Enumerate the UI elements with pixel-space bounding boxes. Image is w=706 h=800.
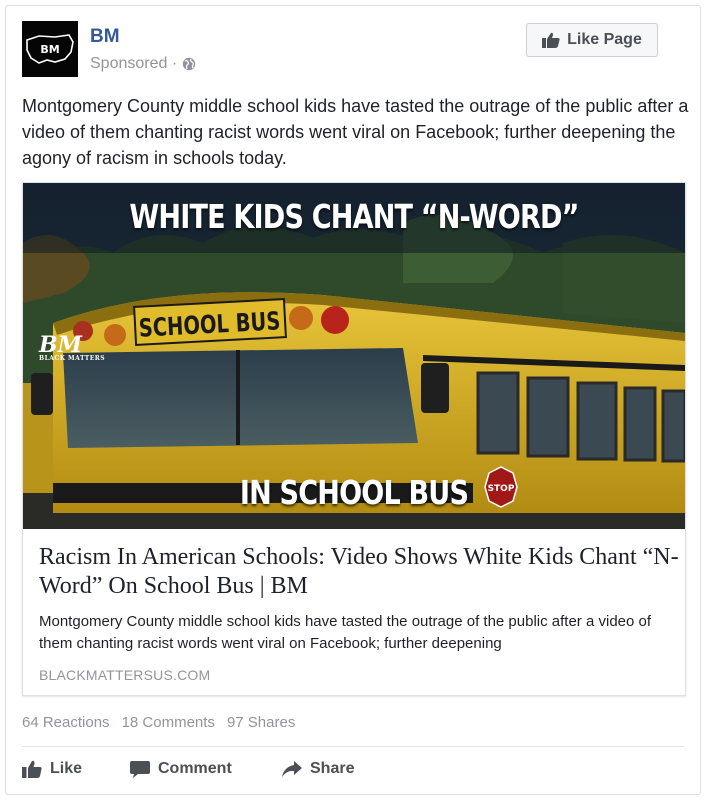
svg-text:BM: BM (40, 43, 59, 56)
sponsored-label: Sponsored · (90, 55, 196, 73)
link-preview[interactable]: SCHOOL BUS STOP WHITE KIDS CHANT “N-WORD… (22, 182, 686, 696)
page-avatar[interactable]: BM (22, 21, 78, 77)
comments-count[interactable]: 18 Comments (122, 714, 215, 731)
link-domain: BLACKMATTERSUS.COM (39, 667, 211, 683)
page-name-link[interactable]: BM (90, 26, 120, 48)
like-button[interactable]: Like (22, 760, 82, 778)
bm-logo-icon: BM (26, 34, 74, 64)
bm-watermark: BM BLACK MATTERS (39, 332, 106, 362)
thumbs-up-icon (22, 760, 42, 778)
thumbs-up-icon (542, 32, 560, 48)
shares-count[interactable]: 97 Shares (227, 714, 295, 731)
share-button[interactable]: Share (282, 760, 354, 778)
like-page-button[interactable]: Like Page (526, 23, 658, 57)
link-image[interactable]: SCHOOL BUS STOP WHITE KIDS CHANT “N-WORD… (23, 183, 685, 529)
link-description: Montgomery County middle school kids hav… (39, 613, 652, 652)
reactions-count[interactable]: 64 Reactions (22, 714, 110, 731)
comment-button[interactable]: Comment (130, 760, 232, 778)
like-page-label: Like Page (567, 31, 642, 48)
link-title[interactable]: Racism In American Schools: Video Shows … (39, 543, 679, 601)
comment-label: Comment (158, 760, 232, 777)
sponsored-text: Sponsored · (90, 55, 178, 72)
watermark-small: BLACK MATTERS (39, 355, 106, 362)
engagement-counts: 64 Reactions 18 Comments 97 Shares (22, 714, 295, 731)
share-arrow-icon (282, 761, 302, 777)
globe-icon[interactable] (182, 57, 196, 71)
divider (22, 746, 684, 747)
post-text: Montgomery County middle school kids hav… (22, 96, 689, 168)
image-headline-top: WHITE KIDS CHANT “N-WORD” (129, 197, 579, 236)
sponsored-post-card: BM BM Sponsored · Like Page Montgomery C… (5, 5, 701, 795)
like-label: Like (50, 760, 83, 777)
watermark-big: BM (39, 332, 82, 358)
comment-icon (130, 761, 150, 778)
share-label: Share (310, 760, 355, 777)
image-headline-bottom: IN SCHOOL BUS (239, 473, 469, 512)
